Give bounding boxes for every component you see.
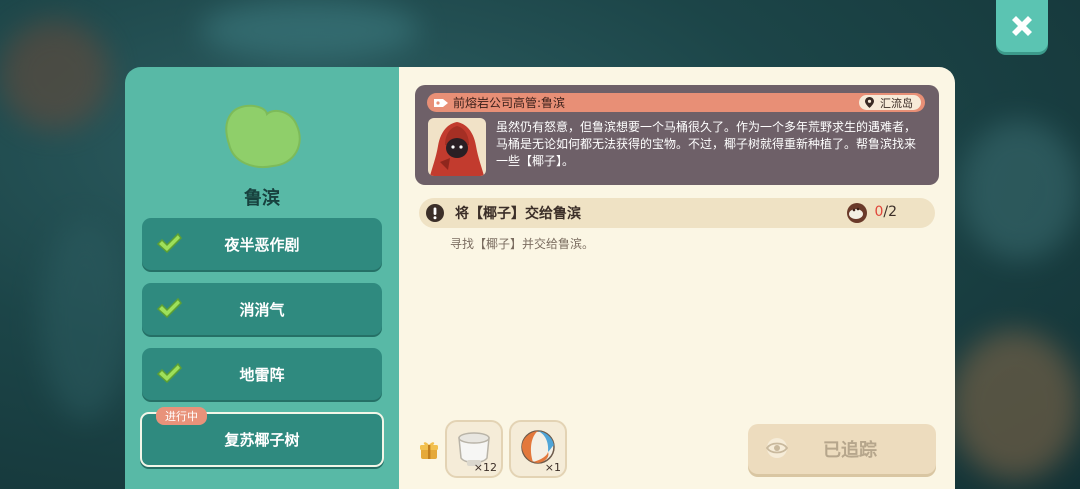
check-icon [156, 232, 182, 254]
eye-icon [765, 438, 789, 458]
gift-icon [420, 442, 438, 459]
quest-panel: 鲁滨 夜半恶作剧 消消气 地雷阵 进行中 复苏椰子树 前熔岩公司高管:鲁滨 汇流… [125, 67, 955, 489]
tag-icon [434, 98, 448, 107]
island-icon [225, 104, 301, 168]
quest-label: 复苏椰子树 [224, 431, 300, 449]
reward-beach-ball[interactable]: ×1 [509, 420, 567, 478]
alert-icon [426, 204, 444, 222]
reward-toilet[interactable]: ×12 [445, 420, 503, 478]
map-pin-icon [865, 97, 874, 108]
quest-item-calm-down[interactable]: 消消气 [142, 283, 382, 335]
close-icon [1012, 16, 1032, 36]
coconut-icon [847, 203, 867, 223]
quest-sidebar: 鲁滨 夜半恶作剧 消消气 地雷阵 进行中 复苏椰子树 [125, 67, 399, 489]
npc-description: 虽然仍有怒意，但鲁滨想要一个马桶很久了。作为一个多年荒野求生的遇难者，马桶是无论… [496, 120, 917, 168]
tracked-button[interactable]: 已追踪 [748, 424, 936, 474]
npc-title-bar: 前熔岩公司高管:鲁滨 汇流岛 [427, 93, 925, 112]
quest-detail: 前熔岩公司高管:鲁滨 汇流岛 虽然仍有怒意，但鲁滨想要一个马桶很久了。作为一个多… [399, 67, 955, 489]
objective-text: 将【椰子】交给鲁滨 [455, 206, 581, 222]
objective-total: 2 [888, 204, 897, 220]
location-label: 汇流岛 [880, 96, 913, 110]
location-badge: 汇流岛 [859, 95, 921, 110]
objective-progress: 0/2 [874, 204, 897, 220]
quest-label: 地雷阵 [239, 365, 285, 384]
reward-quantity: ×1 [544, 461, 561, 474]
reward-quantity: ×12 [473, 461, 497, 474]
npc-portrait [428, 118, 486, 176]
npc-portrait-art [430, 122, 484, 176]
npc-card: 前熔岩公司高管:鲁滨 汇流岛 虽然仍有怒意，但鲁滨想要一个马桶很久了。作为一个多… [415, 85, 939, 185]
check-icon [156, 297, 182, 319]
objective-subtext: 寻找【椰子】并交给鲁滨。 [450, 237, 595, 251]
tracked-label: 已追踪 [823, 440, 877, 461]
close-button[interactable] [996, 0, 1048, 52]
objective-row: 将【椰子】交给鲁滨 0/2 [419, 198, 935, 228]
quest-item-minefield[interactable]: 地雷阵 [142, 348, 382, 400]
npc-title: 前熔岩公司高管:鲁滨 [453, 96, 566, 110]
in-progress-badge: 进行中 [156, 407, 207, 425]
quest-item-midnight-prank[interactable]: 夜半恶作剧 [142, 218, 382, 270]
quest-label: 夜半恶作剧 [224, 235, 300, 254]
quest-label: 消消气 [239, 300, 285, 319]
check-icon [156, 362, 182, 384]
quest-item-revive-coconut-tree[interactable]: 进行中 复苏椰子树 [140, 407, 384, 467]
npc-name: 鲁滨 [244, 188, 280, 209]
